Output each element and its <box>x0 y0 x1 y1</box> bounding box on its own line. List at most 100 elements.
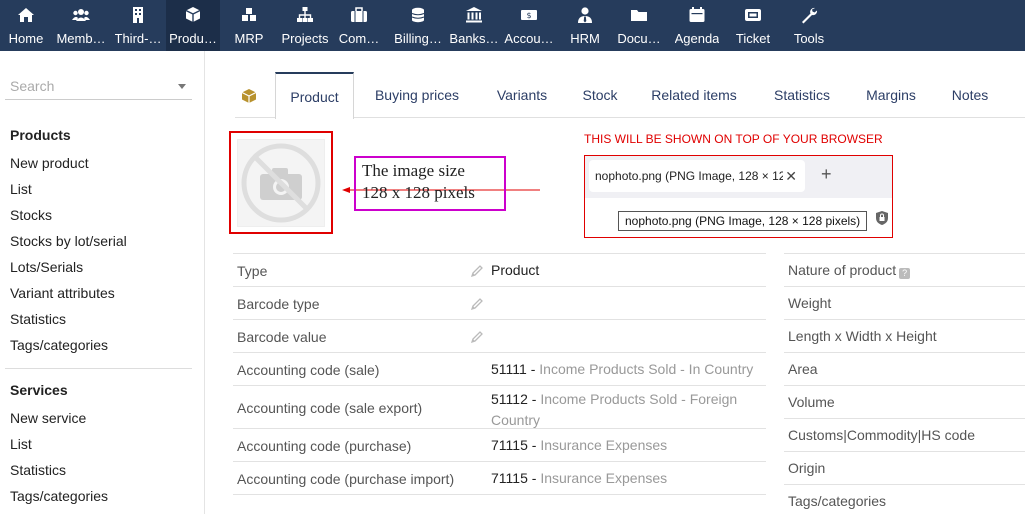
sidebar-item-products[interactable]: List <box>10 181 32 197</box>
property-label: Tags/categories <box>788 493 886 509</box>
property-label: Origin <box>788 460 825 476</box>
nav-item-sitemap[interactable]: Projects <box>276 0 334 51</box>
field-row: Type Product <box>233 253 766 286</box>
nav-label: Home <box>8 31 44 46</box>
building-icon <box>129 6 147 24</box>
sidebar-item-services[interactable]: List <box>10 436 32 452</box>
property-row: Length x Width x Height <box>784 319 1025 352</box>
nav-label: Produ… <box>169 31 217 46</box>
field-label: Accounting code (sale export) <box>237 399 423 416</box>
tab-variants[interactable]: Variants <box>480 72 564 118</box>
property-label-text: Weight <box>788 295 832 311</box>
property-label-text: Nature of product <box>788 262 897 278</box>
nav-item-wrench[interactable]: Tools <box>782 0 836 51</box>
sidebar-item-products[interactable]: Lots/Serials <box>10 259 83 275</box>
browser-address-bar: nophoto.png (PNG Image, 128 × 128 pixels… <box>585 198 892 237</box>
chevron-down-icon[interactable] <box>178 84 186 89</box>
property-row: Nature of product? <box>784 253 1025 286</box>
nav-item-coins[interactable]: Billing… <box>390 0 446 51</box>
search-input[interactable] <box>5 74 165 98</box>
close-icon: ✕ <box>785 168 797 184</box>
accounting-code-description: Income Products Sold - In Country <box>539 361 754 377</box>
divider <box>233 494 766 495</box>
field-label: Barcode value <box>237 328 327 345</box>
tab-margins[interactable]: Margins <box>845 72 937 118</box>
sidebar-item-products[interactable]: Statistics <box>10 311 66 327</box>
coins-icon <box>409 6 427 24</box>
nav-label: Com… <box>338 31 380 46</box>
tab-related-items[interactable]: Related items <box>633 72 755 118</box>
sidebar-item-products[interactable]: Variant attributes <box>10 285 115 301</box>
help-icon[interactable]: ? <box>899 268 911 279</box>
nav-label: Docu… <box>617 31 661 46</box>
property-label-text: Customs|Commodity|HS code <box>788 427 975 443</box>
field-value: 51111 - Income Products Sold - In Countr… <box>491 361 754 377</box>
tab-product[interactable]: Product <box>275 72 354 119</box>
sidebar-item-services[interactable]: Tags/categories <box>10 488 108 504</box>
product-photo-highlight <box>229 131 333 234</box>
sidebar-item-products[interactable]: Stocks by lot/serial <box>10 233 127 249</box>
tab-notes[interactable]: Notes <box>935 72 1005 118</box>
pencil-icon[interactable] <box>470 330 484 349</box>
nav-item-money[interactable]: $ Accou… <box>502 0 556 51</box>
property-row: Customs|Commodity|HS code <box>784 418 1025 451</box>
tab-buying-prices[interactable]: Buying prices <box>355 72 479 118</box>
nav-item-cube[interactable]: Produ… <box>166 0 220 51</box>
field-value: 71115 - Insurance Expenses <box>491 437 668 453</box>
tab-statistics[interactable]: Statistics <box>755 72 849 118</box>
nav-item-members[interactable]: Memb… <box>54 0 108 51</box>
browser-tab-title: nophoto.png (PNG Image, 128 × 128 pixels… <box>595 169 783 183</box>
sidebar-item-products[interactable]: Tags/categories <box>10 337 108 353</box>
sidebar: Products New product List Stocks Stocks by … <box>0 51 205 514</box>
property-label: Nature of product? <box>788 262 911 279</box>
nav-item-user-tie[interactable]: HRM <box>560 0 610 51</box>
nav-label: Projects <box>281 31 329 46</box>
tab-stock[interactable]: Stock <box>565 72 635 118</box>
property-row: Area <box>784 352 1025 385</box>
nav-item-briefcase[interactable]: Com… <box>334 0 384 51</box>
calendar-icon <box>688 6 706 24</box>
field-row: Barcode value <box>233 319 766 352</box>
products-section-title[interactable]: Products <box>10 127 71 143</box>
sidebar-item-services[interactable]: New service <box>10 410 86 426</box>
pencil-icon[interactable] <box>470 264 484 283</box>
nav-item-bank[interactable]: Banks… <box>446 0 502 51</box>
search-box[interactable] <box>5 74 192 100</box>
nav-item-cubes[interactable]: MRP <box>224 0 274 51</box>
nav-label: Accou… <box>504 31 554 46</box>
shield-icon <box>876 211 888 225</box>
property-label-text: Area <box>788 361 818 377</box>
nav-item-folder[interactable]: Docu… <box>612 0 666 51</box>
property-label-text: Volume <box>788 394 835 410</box>
nav-item-ticket[interactable]: Ticket <box>724 0 782 51</box>
field-row: Accounting code (sale export) 51112 - Inc… <box>233 385 766 428</box>
user-tie-icon <box>576 6 594 24</box>
folder-icon <box>630 6 648 24</box>
accounting-code: 71115 <box>491 470 528 486</box>
browser-preview: nophoto.png (PNG Image, 128 × 128 pixels… <box>584 155 893 238</box>
nav-label: Ticket <box>735 31 771 46</box>
property-label: Length x Width x Height <box>788 328 937 344</box>
sidebar-item-products[interactable]: Stocks <box>10 207 52 223</box>
nav-label: MRP <box>234 31 264 46</box>
property-row: Origin <box>784 451 1025 484</box>
nav-item-home[interactable]: Home <box>0 0 52 51</box>
product-properties-table: Nature of product? Weight Length x Width x… <box>784 253 1025 517</box>
nav-label: HRM <box>570 31 600 46</box>
services-section-title[interactable]: Services <box>10 382 68 398</box>
no-photo-image[interactable] <box>237 139 325 227</box>
pencil-icon[interactable] <box>470 297 484 316</box>
sidebar-item-products[interactable]: New product <box>10 155 89 171</box>
annotation-note-line2: 128 x 128 pixels <box>362 183 475 202</box>
property-row: Volume <box>784 385 1025 418</box>
nav-item-calendar[interactable]: Agenda <box>668 0 726 51</box>
sidebar-item-services[interactable]: Statistics <box>10 462 66 478</box>
members-icon <box>72 6 90 24</box>
svg-text:$: $ <box>526 11 531 20</box>
property-row: Tags/categories <box>784 484 1025 517</box>
nav-label: Billing… <box>394 31 442 46</box>
property-label: Area <box>788 361 818 377</box>
nav-item-building[interactable]: Third-… <box>110 0 166 51</box>
home-icon <box>17 6 35 24</box>
field-label: Accounting code (purchase import) <box>237 470 455 487</box>
